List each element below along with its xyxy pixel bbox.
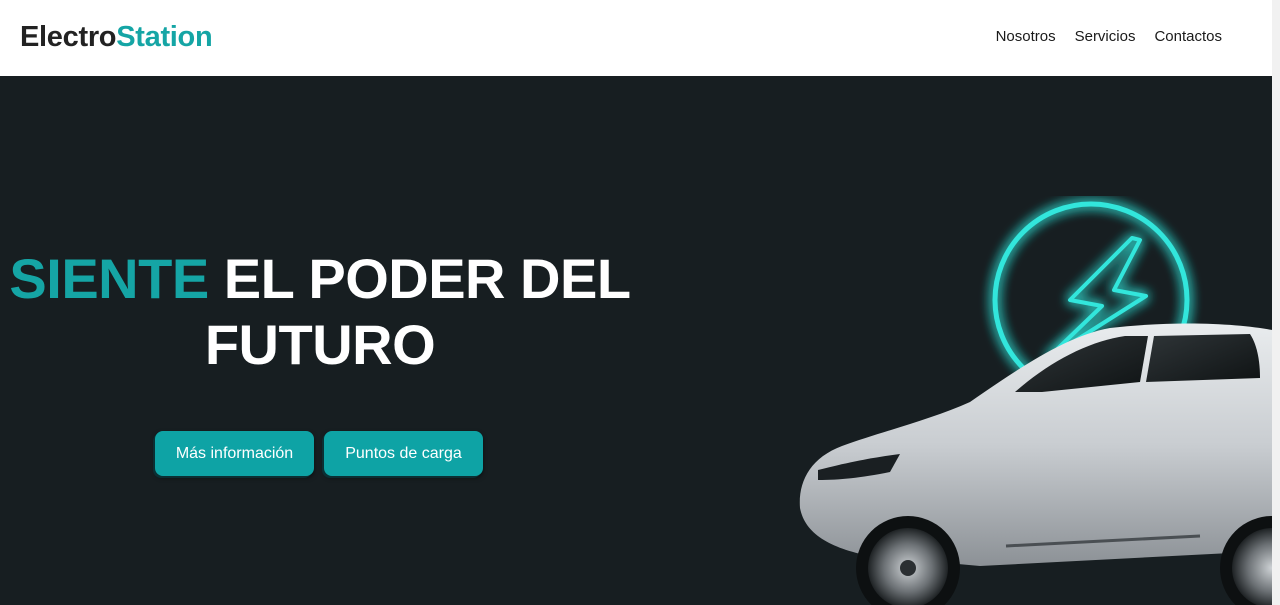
main-nav: Nosotros Servicios Contactos [996,28,1222,46]
hero-headline-line2: FUTURO [204,313,436,376]
navbar: ElectroStation Nosotros Servicios Contac… [0,0,1272,76]
brand-name-part2: Station [116,21,213,53]
hero-headline: SIENTE EL PODER DEL FUTURO [0,246,640,378]
nav-link-nosotros[interactable]: Nosotros [996,28,1056,46]
more-info-button[interactable]: Más información [155,431,314,476]
brand-name-part1: Electro [20,21,117,53]
page-scrollbar[interactable] [1272,0,1280,605]
nav-link-contactos[interactable]: Contactos [1154,28,1222,46]
nav-link-servicios[interactable]: Servicios [1075,28,1136,46]
hero-headline-line1: EL PODER DEL [208,247,631,310]
charging-points-button[interactable]: Puntos de carga [324,431,483,476]
electric-car-illustration [799,201,1272,605]
car-icon [799,323,1272,605]
hero-headline-accent: SIENTE [9,247,209,310]
hero-section: SIENTE EL PODER DEL FUTURO Más informaci… [0,76,1272,605]
brand-logo[interactable]: ElectroStation [20,20,213,54]
